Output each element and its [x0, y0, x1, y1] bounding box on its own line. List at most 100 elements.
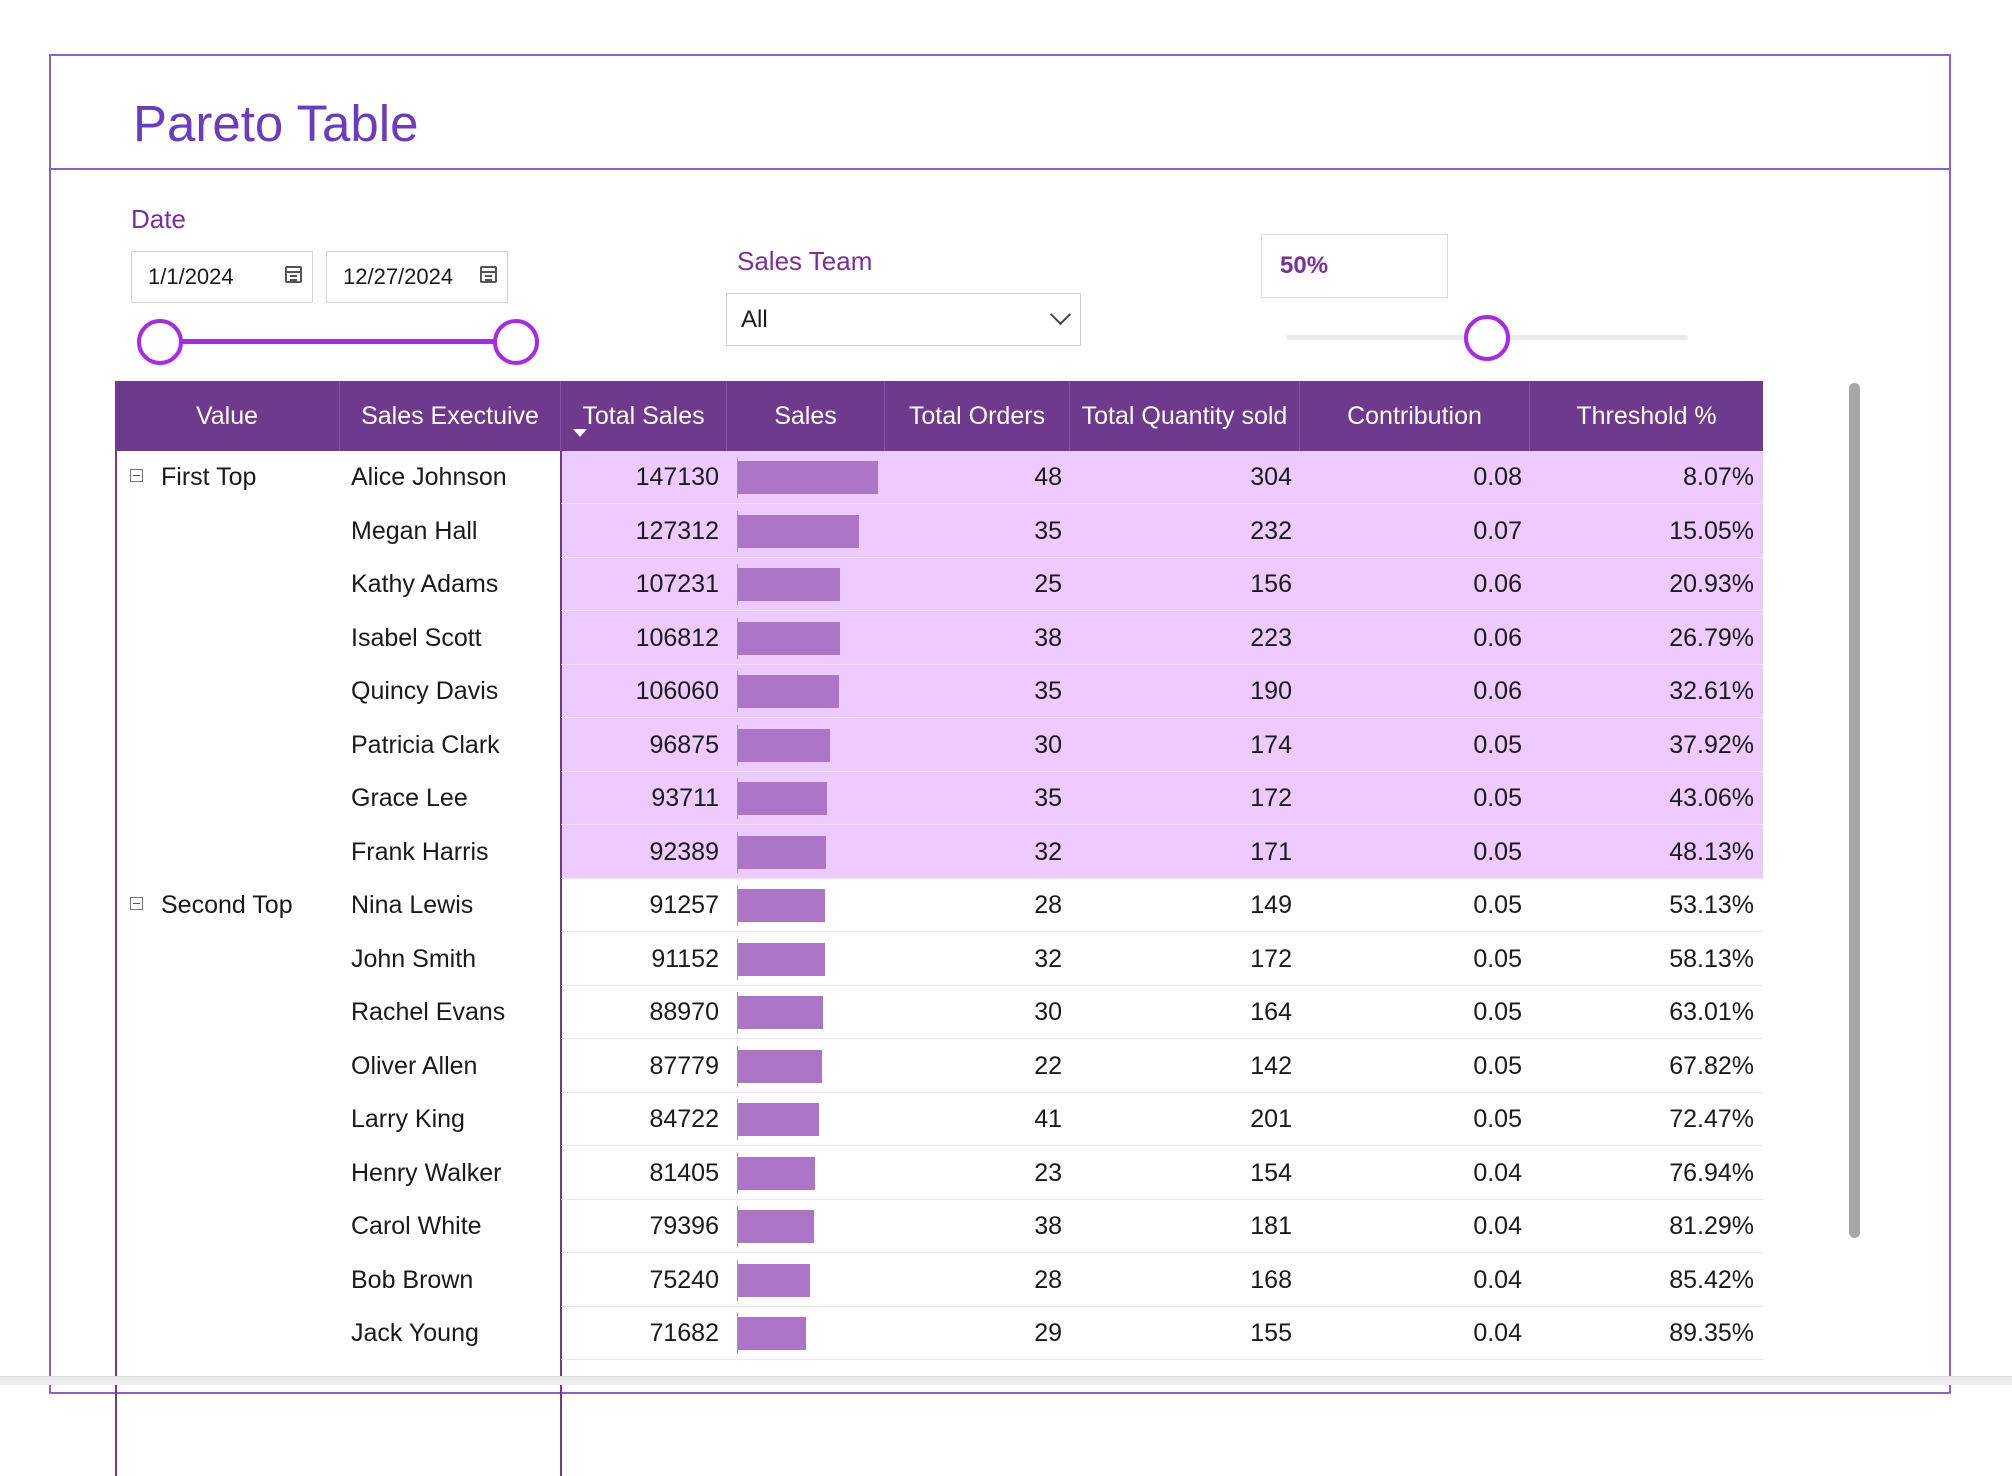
cell-total-quantity: 223 [1250, 623, 1292, 652]
cell-total-sales: 91152 [651, 944, 719, 973]
col-header-total-sales[interactable]: Total Sales [561, 381, 727, 451]
cell-exec: Isabel Scott [351, 623, 482, 652]
sales-bar [738, 835, 826, 869]
col-header-total-orders[interactable]: Total Orders [885, 381, 1070, 451]
col-header-threshold[interactable]: Threshold % [1530, 381, 1763, 451]
threshold-value-box[interactable]: 50% [1261, 234, 1448, 298]
end-date-value: 12/27/2024 [343, 264, 454, 289]
table-row[interactable]: Frank Harris 92389 32 171 0.05 48.13% [115, 826, 1763, 879]
sales-bar [738, 621, 840, 655]
threshold-slider-handle[interactable] [1464, 315, 1510, 361]
cell-total-orders: 35 [1034, 516, 1062, 545]
sales-bar [738, 675, 839, 708]
calendar-icon[interactable] [480, 266, 497, 283]
cell-total-sales: 88970 [649, 998, 719, 1026]
table-row[interactable]: Larry King 84722 41 201 0.05 72.47% [115, 1093, 1763, 1146]
cell-threshold: 48.13% [1669, 837, 1754, 866]
table-row[interactable]: Grace Lee 93711 35 172 0.05 43.06% [115, 772, 1763, 825]
cell-exec: Quincy Davis [351, 677, 499, 705]
cell-total-orders: 29 [1034, 1319, 1062, 1347]
cell-contribution: 0.05 [1473, 784, 1522, 812]
col-header-sales-executive[interactable]: Sales Exectuive [340, 381, 561, 451]
sales-bar [738, 889, 825, 922]
table-row[interactable]: Quincy Davis 106060 35 190 0.06 32.61% [115, 665, 1763, 718]
cell-threshold: 32.61% [1669, 677, 1754, 705]
sales-team-dropdown[interactable]: All [726, 293, 1081, 346]
date-label: Date [131, 204, 186, 234]
cell-contribution: 0.04 [1473, 1158, 1522, 1187]
table-row[interactable]: Kathy Adams 107231 25 156 0.06 20.93% [115, 558, 1763, 611]
cell-total-orders: 32 [1034, 944, 1062, 973]
cell-exec: Carol White [351, 1212, 482, 1240]
threshold-value: 50% [1280, 252, 1329, 279]
col-header-contribution[interactable]: Contribution [1300, 381, 1530, 451]
page-title: Pareto Table [133, 95, 419, 152]
cell-contribution: 0.04 [1473, 1212, 1522, 1240]
table-row[interactable]: Patricia Clark 96875 30 174 0.05 37.92% [115, 719, 1763, 772]
cell-contribution: 0.06 [1473, 623, 1522, 652]
cell-total-orders: 38 [1034, 1212, 1062, 1240]
cell-contribution: 0.07 [1473, 516, 1522, 545]
date-range-track[interactable] [159, 339, 516, 344]
start-date-input[interactable]: 1/1/2024 [131, 251, 313, 303]
cell-total-quantity: 232 [1250, 516, 1292, 545]
sales-team-selected: All [741, 305, 768, 333]
cell-contribution: 0.05 [1473, 944, 1522, 973]
cell-total-orders: 23 [1034, 1158, 1062, 1187]
cell-contribution: 0.05 [1473, 891, 1522, 919]
cell-total-quantity: 181 [1250, 1212, 1292, 1240]
sales-bar [738, 1103, 819, 1136]
cell-total-sales: 84722 [649, 1105, 719, 1133]
date-end-handle[interactable] [493, 319, 539, 365]
cell-exec: Bob Brown [351, 1265, 474, 1294]
cell-total-orders: 25 [1034, 570, 1062, 598]
cell-total-orders: 22 [1034, 1051, 1062, 1080]
cell-total-orders: 41 [1034, 1105, 1062, 1133]
collapse-icon[interactable] [130, 897, 143, 910]
table-row[interactable]: Alice Johnson 147130 48 304 0.08 8.07% [115, 451, 1763, 504]
date-start-handle[interactable] [137, 319, 183, 365]
cell-exec: Frank Harris [351, 837, 489, 866]
col-header-value[interactable]: Value [115, 381, 340, 451]
table-row[interactable]: Nina Lewis 91257 28 149 0.05 53.13% [115, 879, 1763, 932]
cell-contribution: 0.06 [1473, 570, 1522, 598]
table-row[interactable]: Bob Brown 75240 28 168 0.04 85.42% [115, 1254, 1763, 1307]
cell-total-orders: 35 [1034, 784, 1062, 812]
cell-total-orders: 38 [1034, 623, 1062, 652]
cell-total-sales: 75240 [649, 1265, 719, 1294]
cell-total-quantity: 172 [1250, 784, 1292, 812]
start-date-value: 1/1/2024 [148, 264, 234, 289]
col-header-sales[interactable]: Sales [727, 381, 885, 451]
sales-team-label: Sales Team [737, 246, 873, 276]
col-header-total-quantity[interactable]: Total Quantity sold [1070, 381, 1300, 451]
table-row[interactable]: Isabel Scott 106812 38 223 0.06 26.79% [115, 612, 1763, 665]
cell-total-sales: 91257 [649, 891, 719, 919]
calendar-icon[interactable] [285, 266, 302, 283]
sales-bar [738, 1156, 815, 1190]
sort-descending-icon[interactable] [573, 429, 587, 437]
cell-exec: Oliver Allen [351, 1051, 478, 1080]
table-row[interactable]: Carol White 79396 38 181 0.04 81.29% [115, 1200, 1763, 1253]
table-row[interactable]: Megan Hall 127312 35 232 0.07 15.05% [115, 505, 1763, 558]
cell-contribution: 0.04 [1473, 1319, 1522, 1347]
cell-total-sales: 106060 [635, 677, 719, 705]
table-row[interactable]: Jack Young 71682 29 155 0.04 89.35% [115, 1307, 1763, 1360]
col-header-total-sales-label: Total Sales [582, 401, 705, 430]
cell-threshold: 67.82% [1669, 1051, 1754, 1080]
vertical-scrollbar[interactable] [1849, 383, 1860, 1238]
table-row[interactable]: Oliver Allen 87779 22 142 0.05 67.82% [115, 1040, 1763, 1093]
table-row[interactable]: Henry Walker 81405 23 154 0.04 76.94% [115, 1147, 1763, 1200]
row-separator [561, 1359, 1763, 1360]
cell-total-quantity: 142 [1250, 1051, 1292, 1080]
collapse-icon[interactable] [130, 469, 143, 482]
table-row[interactable]: John Smith 91152 32 172 0.05 58.13% [115, 933, 1763, 986]
chevron-down-icon[interactable] [1049, 303, 1072, 326]
sales-bar [738, 1317, 806, 1350]
cell-total-sales: 87779 [649, 1051, 719, 1080]
title-divider [49, 168, 1951, 170]
cell-contribution: 0.05 [1473, 837, 1522, 866]
cell-threshold: 8.07% [1683, 463, 1754, 491]
table-row[interactable]: Rachel Evans 88970 30 164 0.05 63.01% [115, 986, 1763, 1039]
cell-total-orders: 28 [1034, 891, 1062, 919]
end-date-input[interactable]: 12/27/2024 [326, 251, 508, 303]
